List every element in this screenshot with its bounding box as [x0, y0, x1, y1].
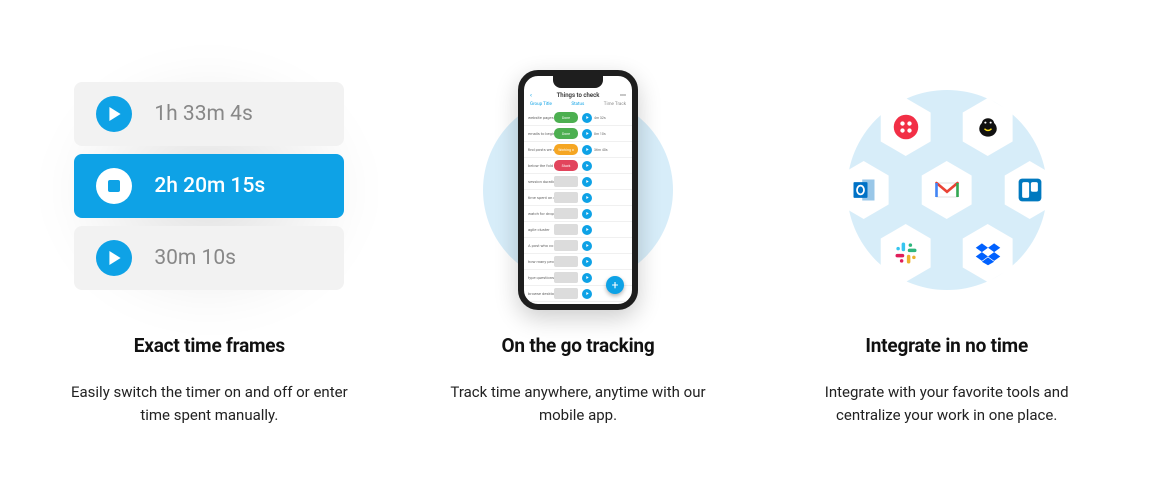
phone-column-headers: Group Title Status Time Track [524, 99, 632, 110]
phone-col-time: Time Track [604, 102, 626, 107]
play-icon [582, 209, 592, 219]
phone-status-empty [554, 288, 578, 299]
more-icon: ⋯ [620, 92, 626, 99]
play-icon [582, 145, 592, 155]
phone-col-group: Group Title [530, 102, 552, 107]
feature-title: Exact time frames [134, 334, 285, 357]
phone-row-time: 36m 40s [594, 148, 608, 152]
feature-on-the-go: ‹ Things to check ⋯ Group Title Status T… [409, 60, 748, 428]
phone-row: below the fold reStuck [524, 158, 632, 174]
back-icon: ‹ [530, 92, 532, 99]
phone-status-empty [554, 224, 578, 235]
play-icon [96, 240, 132, 276]
feature-description: Integrate with your favorite tools and c… [797, 381, 1097, 428]
play-icon [582, 129, 592, 139]
phone-row-label: A post who co [524, 243, 554, 248]
phone-mockup: ‹ Things to check ⋯ Group Title Status T… [518, 70, 638, 310]
phone-row: watch for drop su [524, 206, 632, 222]
phone-row: website pagesDone 4m 32s [524, 110, 632, 126]
phone-status-empty [554, 240, 578, 251]
play-icon [582, 225, 592, 235]
feature-title: On the go tracking [501, 334, 654, 357]
phone-row: time spent on e [524, 190, 632, 206]
phone-col-status: Status [571, 102, 584, 107]
phone-row-label: website pages [524, 115, 554, 120]
play-icon [582, 113, 592, 123]
timer-illustration: 1h 33m 4s 2h 20m 15s 30m 10s [40, 60, 379, 320]
phone-status-empty [554, 272, 578, 283]
phone-row-label: session duration [524, 179, 554, 184]
feature-exact-time: 1h 33m 4s 2h 20m 15s 30m 10s Exact time … [40, 60, 379, 428]
phone-row: find posts we wrWorking o 36m 40s [524, 142, 632, 158]
phone-status-pill: Working o [554, 144, 578, 155]
phone-row-label: time spent on e [524, 195, 554, 200]
phone-row-label: watch for drop su [524, 211, 554, 216]
play-icon [582, 257, 592, 267]
feature-title: Integrate in no time [865, 334, 1028, 357]
phone-status-pill: Done [554, 128, 578, 139]
add-button: + [606, 276, 624, 294]
feature-description: Easily switch the timer on and off or en… [59, 381, 359, 428]
timer-card-active: 2h 20m 15s [74, 154, 344, 218]
phone-row-time: 8m 10s [594, 132, 606, 136]
phone-row-label: how many peopl [524, 259, 554, 264]
phone-row: session duration [524, 174, 632, 190]
play-icon [582, 193, 592, 203]
phone-row-label: below the fold re [524, 163, 554, 168]
play-icon [96, 96, 132, 132]
play-icon [582, 161, 592, 171]
timer-card: 1h 33m 4s [74, 82, 344, 146]
phone-row-label: find posts we wr [524, 147, 554, 152]
phone-row-label: type questions [524, 275, 554, 280]
stop-icon [96, 168, 132, 204]
timer-card: 30m 10s [74, 226, 344, 290]
phone-status-pill: Stuck [554, 160, 578, 171]
phone-row-time: 4m 32s [594, 116, 606, 120]
phone-row: agile cluster [524, 222, 632, 238]
play-icon [582, 241, 592, 251]
feature-integrate: Integrate in no time Integrate with your… [777, 60, 1116, 428]
phone-title: Things to check [557, 92, 600, 99]
play-icon [582, 289, 592, 299]
phone-status-empty [554, 192, 578, 203]
feature-description: Track time anywhere, anytime with our mo… [428, 381, 728, 428]
integrations-illustration [777, 60, 1116, 320]
play-icon [582, 177, 592, 187]
timer-value: 2h 20m 15s [154, 174, 265, 198]
phone-row-label: agile cluster [524, 227, 554, 232]
play-icon [582, 273, 592, 283]
phone-row: emails to beginnDone 8m 10s [524, 126, 632, 142]
phone-header: ‹ Things to check ⋯ [524, 76, 632, 99]
phone-row-label: browse desktop [524, 291, 554, 296]
phone-row: A post who co [524, 238, 632, 254]
timer-value: 1h 33m 4s [154, 102, 252, 126]
phone-status-empty [554, 208, 578, 219]
phone-status-pill: Done [554, 112, 578, 123]
phone-row-label: emails to beginn [524, 131, 554, 136]
phone-illustration: ‹ Things to check ⋯ Group Title Status T… [409, 60, 748, 320]
phone-status-empty [554, 256, 578, 267]
phone-row: how many peopl [524, 254, 632, 270]
phone-status-empty [554, 176, 578, 187]
timer-value: 30m 10s [154, 246, 236, 270]
